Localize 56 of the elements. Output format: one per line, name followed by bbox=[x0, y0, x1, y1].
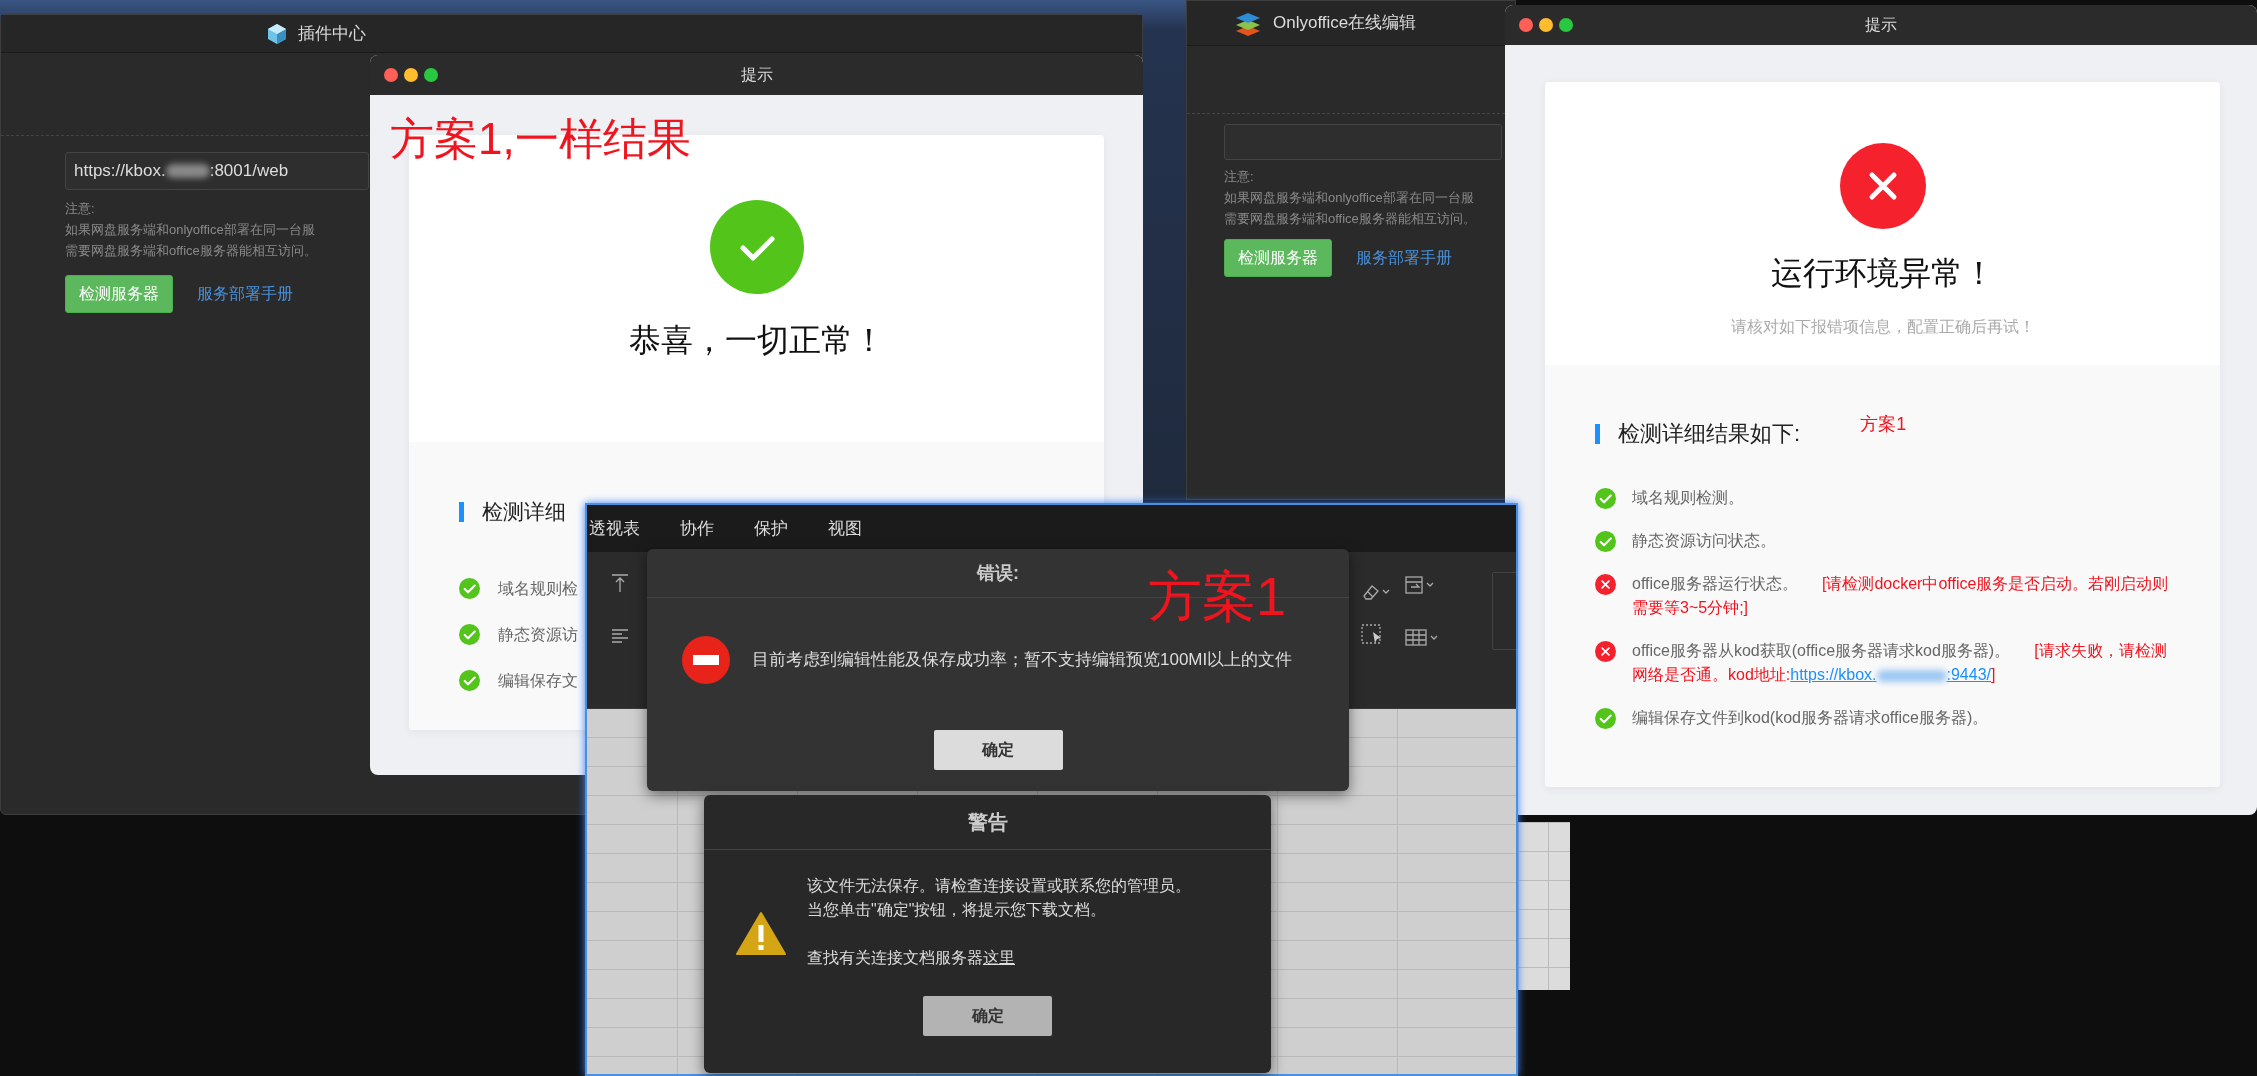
window-title: 插件中心 bbox=[298, 22, 366, 45]
select-icon[interactable] bbox=[1361, 624, 1383, 646]
check-result-text: 静态资源访问状态。 bbox=[1632, 531, 1776, 551]
menu-tab[interactable]: 视图 bbox=[828, 515, 862, 542]
annotation-text: 方案1,一样结果 bbox=[390, 117, 691, 161]
accent-bar bbox=[459, 501, 464, 522]
error-icon bbox=[1839, 143, 1926, 229]
annotation-text: 方案1 bbox=[1148, 569, 1287, 623]
section-title: 检测详细结果如下: bbox=[1618, 420, 1801, 448]
url-field[interactable]: https://kbox. :8001/web bbox=[65, 152, 369, 190]
warning-message: 该文件无法保存。请检查连接设置或联系您的管理员。 bbox=[807, 876, 1191, 896]
note-label: 注意: bbox=[1224, 168, 1255, 186]
dialog-title: 错误: bbox=[977, 561, 1019, 585]
check-result-text: 域名规则检测。 bbox=[1632, 488, 1744, 508]
warning-icon bbox=[736, 911, 786, 956]
menu-tab[interactable]: 协作 bbox=[680, 515, 714, 542]
check-result-text: 编辑保存文件到kod(kod服务器请求office服务器)。 bbox=[1632, 708, 1989, 728]
dialog-title: 提示 bbox=[740, 66, 773, 83]
ok-button[interactable]: 确定 bbox=[933, 730, 1063, 770]
window-controls-icon[interactable] bbox=[1519, 18, 1573, 32]
menu-tab[interactable]: 保护 bbox=[754, 515, 788, 542]
result-headline: 恭喜，一切正常！ bbox=[628, 321, 885, 360]
blur-patch bbox=[165, 164, 210, 178]
error-message: 目前考虑到编辑性能及保存成功率；暂不支持编辑预览100MI以上的文件 bbox=[752, 649, 1293, 672]
manual-link[interactable]: 服务部署手册 bbox=[1356, 246, 1452, 270]
help-text: 查找有关连接文档服务器这里 bbox=[807, 948, 1016, 968]
note-text: 需要网盘服务端和office服务器能相互访问。 bbox=[65, 242, 318, 260]
dialog-title: 提示 bbox=[1865, 16, 1897, 33]
ok-button[interactable]: 确定 bbox=[923, 996, 1052, 1036]
cube-icon bbox=[266, 22, 288, 45]
menu-tab[interactable]: 透视表 bbox=[589, 515, 640, 542]
section-title: 检测详细 bbox=[482, 499, 566, 525]
no-entry-icon bbox=[682, 636, 730, 684]
result-headline: 运行环境异常！ bbox=[1770, 254, 1995, 293]
help-link[interactable]: 这里 bbox=[983, 949, 1015, 966]
window-title: Onlyoffice在线编辑 bbox=[1273, 12, 1417, 35]
accent-bar bbox=[1595, 423, 1600, 444]
align-top-icon[interactable] bbox=[611, 574, 629, 593]
blur-patch bbox=[1876, 669, 1947, 682]
window-controls-icon[interactable] bbox=[384, 68, 438, 82]
table-icon[interactable] bbox=[1405, 628, 1439, 647]
check-label: 静态资源访 bbox=[498, 624, 578, 645]
dialog-title: 警告 bbox=[967, 810, 1008, 835]
check-label: 编辑保存文 bbox=[498, 670, 578, 691]
check-result-text: office服务器从kod获取(office服务器请求kod服务器)。 [请求失败，请检测网络是否通。kod地址:https://kbox. :9443/] bbox=[1632, 641, 2168, 685]
check-result-text: office服务器运行状态。 [请检测docker中office服务是否启动。若刚启动则需要等3~5分钟;] bbox=[1632, 574, 2170, 618]
note-text: 需要网盘服务端和office服务器能相互访问。 bbox=[1224, 210, 1477, 228]
check-label: 域名规则检 bbox=[498, 578, 578, 599]
annotation-text: 方案1 bbox=[1860, 413, 1907, 436]
result-subtitle: 请核对如下报错项信息，配置正确后再试！ bbox=[1730, 317, 2035, 337]
manual-link[interactable]: 服务部署手册 bbox=[197, 282, 293, 306]
warning-message: 当您单击"确定"按钮，将提示您下载文档。 bbox=[807, 900, 1108, 920]
input-field[interactable] bbox=[1224, 124, 1502, 160]
align-left-icon[interactable] bbox=[611, 628, 629, 644]
check-icon bbox=[709, 200, 804, 294]
note-label: 注意: bbox=[65, 200, 96, 218]
